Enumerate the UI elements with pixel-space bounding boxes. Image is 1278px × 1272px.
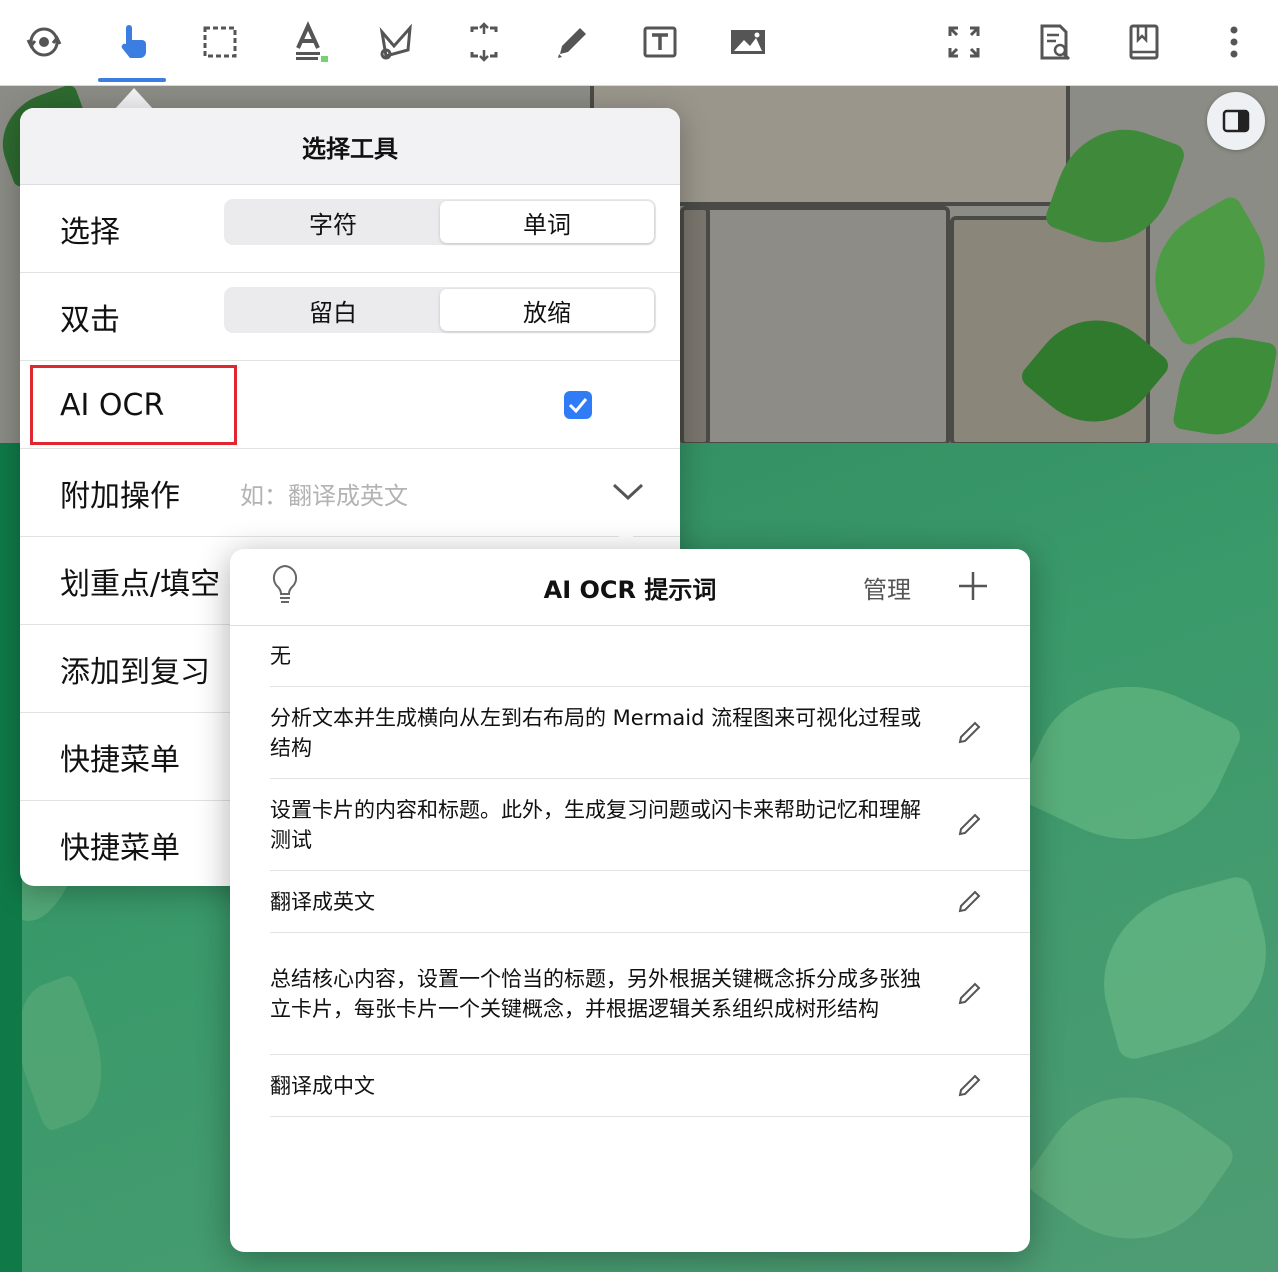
add-icon[interactable] — [956, 569, 990, 603]
ai-ocr-row[interactable]: AI OCR — [20, 361, 680, 449]
select-mode-option-character[interactable]: 字符 — [226, 201, 440, 243]
fullscreen-icon[interactable] — [940, 18, 988, 66]
prompt-text: 翻译成中文 — [270, 1073, 375, 1098]
prompts-popover-arrow — [606, 529, 646, 550]
expand-crop-icon[interactable] — [460, 18, 508, 66]
prompt-item[interactable]: 分析文本并生成横向从左到右布局的 Mermaid 流程图来可视化过程或结构 — [270, 687, 1030, 779]
lasso-pen-icon[interactable] — [372, 18, 420, 66]
edit-pencil-icon[interactable] — [956, 1073, 982, 1099]
pencil-icon[interactable] — [548, 18, 596, 66]
extra-action-placeholder: 如：翻译成英文 — [240, 481, 408, 510]
double-click-row: 双击 留白 放缩 — [20, 273, 680, 361]
prompt-text: 分析文本并生成横向从左到右布局的 Mermaid 流程图来可视化过程或结构 — [270, 705, 922, 760]
chevron-down-icon[interactable] — [610, 479, 646, 503]
prompt-text: 设置卡片的内容和标题。此外，生成复习问题或闪卡来帮助记忆和理解测试 — [270, 797, 921, 852]
quick-menu-label-1: 快捷菜单 — [60, 743, 180, 778]
bookmark-book-icon[interactable] — [1120, 18, 1168, 66]
prompt-item[interactable]: 总结核心内容，设置一个恰当的标题，另外根据关键概念拆分成多张独立卡片，每张卡片一… — [270, 933, 1030, 1055]
manage-button[interactable]: 管理 — [863, 549, 911, 626]
text-box-icon[interactable] — [636, 18, 684, 66]
prompt-text: 翻译成英文 — [270, 889, 375, 914]
popover-arrow — [114, 88, 154, 110]
select-mode-label: 选择 — [60, 215, 120, 250]
double-click-label: 双击 — [60, 303, 120, 338]
left-accent-stripe — [0, 443, 22, 1272]
edit-pencil-icon[interactable] — [956, 889, 982, 915]
select-mode-option-word[interactable]: 单词 — [440, 201, 654, 243]
refresh-gear-icon[interactable] — [20, 18, 68, 66]
text-highlight-icon[interactable] — [284, 18, 332, 66]
ai-ocr-prompts-popover: AI OCR 提示词 管理 无 分析文本并生成横向从左到右布局的 Mermaid… — [230, 549, 1030, 1252]
highlight-fill-label: 划重点/填空 — [60, 567, 221, 602]
edit-pencil-icon[interactable] — [956, 720, 982, 746]
ai-ocr-checkbox[interactable] — [564, 391, 592, 419]
ai-ocr-label: AI OCR — [60, 387, 165, 423]
top-toolbar — [0, 0, 1278, 86]
rectangle-select-icon[interactable] — [196, 18, 244, 66]
prompt-text: 无 — [270, 644, 291, 668]
double-click-option-margin[interactable]: 留白 — [226, 289, 440, 331]
checkmark-icon — [568, 398, 588, 413]
active-tool-indicator — [98, 78, 166, 82]
prompts-header: AI OCR 提示词 管理 — [230, 549, 1030, 626]
prompt-item[interactable]: 无 — [270, 626, 1030, 687]
image-icon[interactable] — [724, 18, 772, 66]
sidebar-panel-icon — [1222, 109, 1250, 133]
add-to-review-label: 添加到复习 — [60, 655, 210, 690]
prompts-list: 无 分析文本并生成横向从左到右布局的 Mermaid 流程图来可视化过程或结构 … — [270, 626, 1030, 1117]
double-click-option-zoom[interactable]: 放缩 — [440, 289, 654, 331]
prompt-item[interactable]: 设置卡片的内容和标题。此外，生成复习问题或闪卡来帮助记忆和理解测试 — [270, 779, 1030, 871]
search-document-icon[interactable] — [1030, 18, 1078, 66]
double-click-segmented-control: 留白 放缩 — [224, 287, 656, 333]
extra-action-label: 附加操作 — [60, 479, 180, 514]
more-vertical-icon[interactable] — [1210, 18, 1258, 66]
popover-title: 选择工具 — [20, 108, 680, 185]
prompt-text: 总结核心内容，设置一个恰当的标题，另外根据关键概念拆分成多张独立卡片，每张卡片一… — [270, 966, 921, 1021]
hand-pointer-icon[interactable] — [108, 18, 156, 66]
select-mode-segmented-control: 字符 单词 — [224, 199, 656, 245]
edit-pencil-icon[interactable] — [956, 812, 982, 838]
toggle-sidebar-button[interactable] — [1207, 92, 1265, 150]
select-mode-row: 选择 字符 单词 — [20, 185, 680, 273]
edit-pencil-icon[interactable] — [956, 981, 982, 1007]
quick-menu-label-2: 快捷菜单 — [60, 831, 180, 866]
prompt-item[interactable]: 翻译成英文 — [270, 871, 1030, 933]
extra-action-row[interactable]: 附加操作 如：翻译成英文 — [20, 449, 680, 537]
prompt-item[interactable]: 翻译成中文 — [270, 1055, 1030, 1117]
